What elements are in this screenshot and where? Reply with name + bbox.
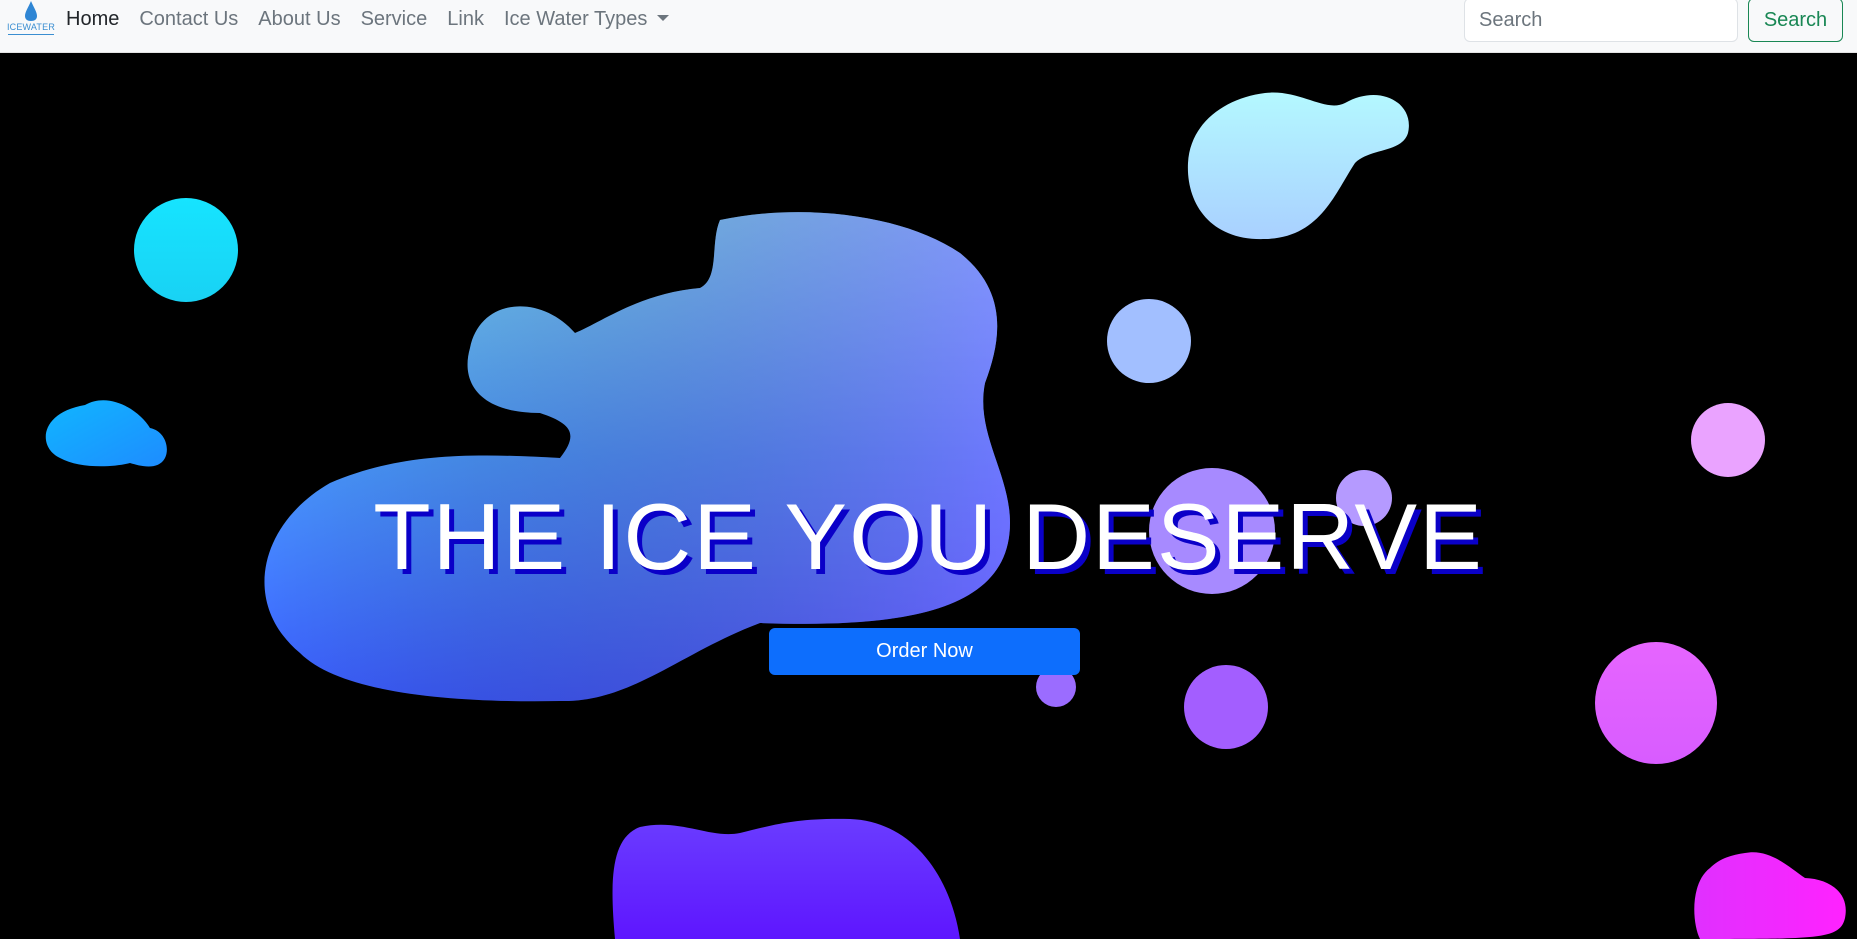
nav-ice-water-types-dropdown[interactable]: Ice Water Types (503, 6, 670, 32)
top-navbar: ICEWATER Home Contact Us About Us Servic… (0, 0, 1857, 53)
nav-link-link[interactable]: Link (447, 6, 484, 32)
brand-underline (8, 34, 54, 35)
left-blob-shape (45, 400, 167, 467)
hero-title: THE ICE YOU DESERVE (373, 484, 1484, 589)
search-button[interactable]: Search (1748, 0, 1843, 42)
nav-menu: Home Contact Us About Us Service Link Ic… (66, 6, 689, 32)
nav-contact-link[interactable]: Contact Us (139, 6, 238, 32)
caret-down-icon (657, 15, 670, 21)
dropdown-label: Ice Water Types (503, 8, 648, 30)
small-bubble (1107, 299, 1191, 383)
brand-logo[interactable]: ICEWATER (6, 0, 56, 40)
nav-service-link[interactable]: Service (361, 6, 428, 32)
purple-bubble (1184, 665, 1268, 749)
order-now-button[interactable]: Order Now (769, 628, 1080, 675)
magenta-blob-shape (1694, 852, 1846, 939)
nav-home-link[interactable]: Home (66, 6, 119, 32)
top-blob-shape (1187, 92, 1409, 240)
nav-about-link[interactable]: About Us (258, 6, 340, 32)
pink-light-bubble (1691, 403, 1765, 477)
pink-bubble (1595, 642, 1717, 764)
search-input[interactable] (1464, 0, 1738, 42)
cyan-bubble (134, 198, 238, 302)
water-drop-icon (25, 1, 37, 21)
brand-name: ICEWATER (6, 22, 56, 32)
bottom-blob-shape (612, 818, 960, 939)
hero-section: THE ICE YOU DESERVE Order Now (0, 53, 1857, 939)
